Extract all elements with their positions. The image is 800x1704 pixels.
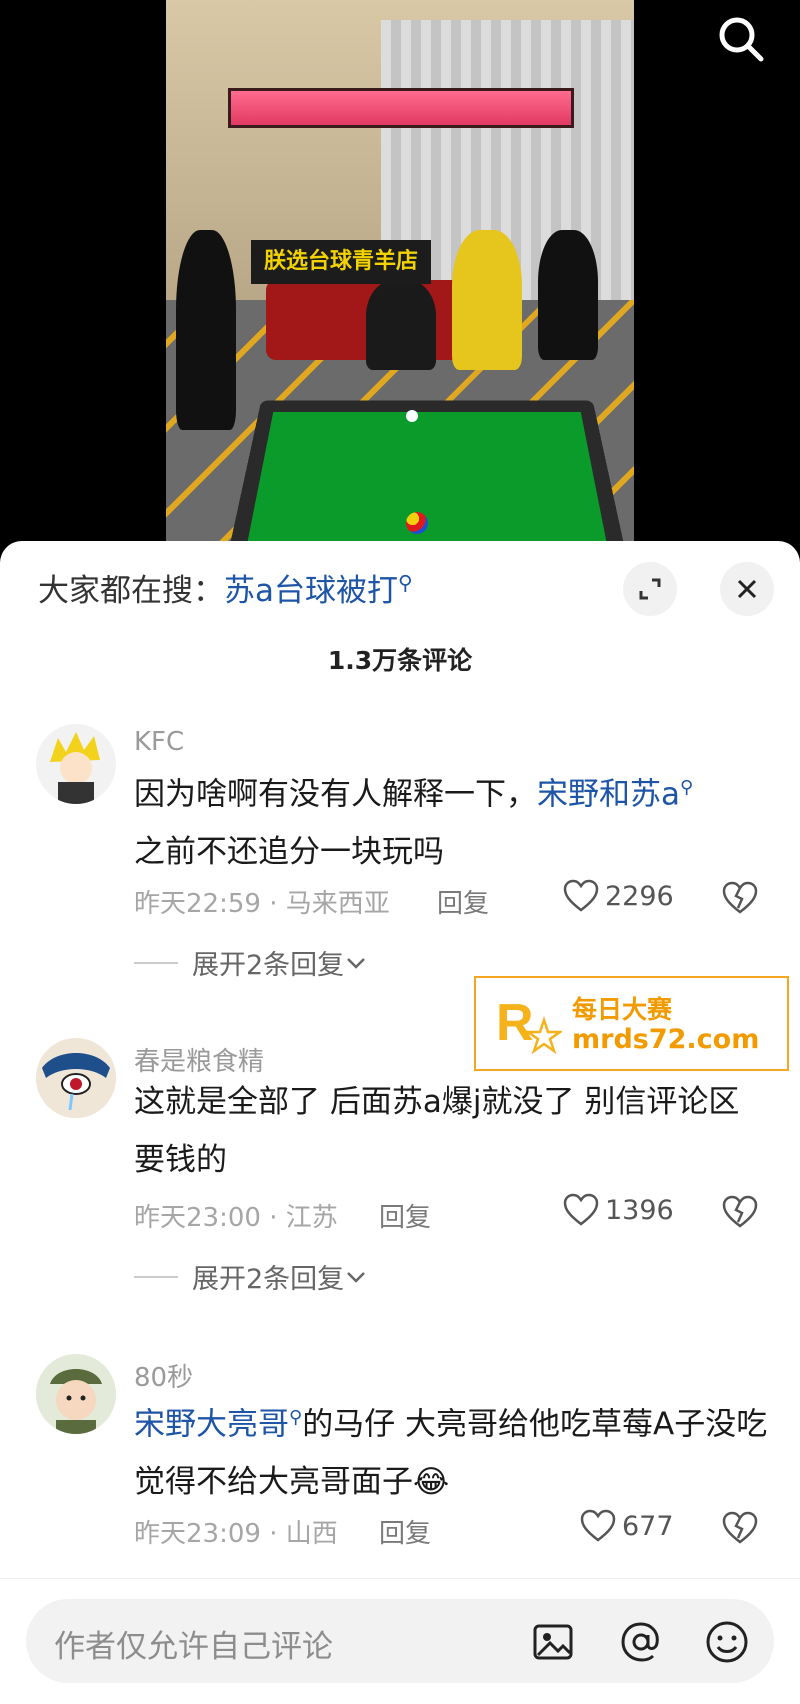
expand-replies[interactable]: 展开2条回复	[134, 1257, 368, 1296]
trending-query[interactable]: 苏a台球被打	[224, 573, 398, 609]
person-right	[538, 230, 598, 360]
comment-sheet: 大家都在搜：苏a台球被打⚲ 1.3万条评论 KFC 因为啥啊有没有人解释一下，宋…	[0, 541, 800, 1703]
comment-mention-link[interactable]: 宋野和苏a	[537, 776, 680, 812]
emoji-icon[interactable]	[704, 1619, 750, 1665]
rack-balls	[406, 512, 428, 534]
avatar-image	[36, 1354, 116, 1434]
watermark-url: mrds72.com	[572, 1024, 760, 1055]
like-button[interactable]: 2296	[563, 879, 674, 913]
at-icon[interactable]	[618, 1619, 664, 1665]
search-icon[interactable]	[716, 14, 766, 64]
watermark-logo: R	[496, 994, 562, 1055]
trending-search[interactable]: 大家都在搜：苏a台球被打⚲	[38, 565, 413, 610]
search-small-icon: ⚲	[680, 777, 694, 798]
avatar[interactable]	[36, 724, 116, 804]
comment-text-part: 之前不还追分一块玩吗	[134, 834, 444, 871]
search-small-icon: ⚲	[398, 570, 413, 595]
expand-replies-label: 展开2条回复	[192, 950, 345, 981]
comment-time-location: 昨天22:59 · 马来西亚	[134, 889, 390, 919]
expand-icon	[639, 578, 661, 600]
trending-prefix: 大家都在搜：	[38, 573, 224, 609]
dislike-icon[interactable]	[722, 1195, 758, 1229]
avatar[interactable]	[36, 1354, 116, 1434]
comment-text: 宋野大亮哥⚲的马仔 大亮哥给他吃草莓A子没吃 觉得不给大亮哥面子😂	[134, 1389, 774, 1511]
close-button[interactable]	[720, 562, 774, 616]
expand-button[interactable]	[623, 562, 677, 616]
watermark-title: 每日大赛	[572, 995, 673, 1024]
like-button[interactable]: 677	[580, 1509, 674, 1543]
video-player[interactable]: 朕选台球青羊店	[0, 0, 800, 545]
comment-time-location: 昨天23:00 · 江苏	[134, 1203, 338, 1233]
comment-time-location: 昨天23:09 · 山西	[134, 1519, 338, 1549]
expand-replies[interactable]: 展开2条回复	[134, 943, 368, 982]
chevron-down-icon	[347, 1271, 366, 1283]
comment-count: 1.3万条评论	[327, 646, 473, 675]
svg-text:R: R	[496, 994, 534, 1052]
comment-input-bar: 作者仅允许自己评论	[0, 1578, 800, 1704]
like-button[interactable]: 1396	[563, 1193, 674, 1227]
cue-ball	[406, 410, 418, 422]
expand-replies-label: 展开2条回复	[192, 1264, 345, 1295]
chevron-down-icon	[347, 957, 366, 969]
comment-mention-link[interactable]: 宋野大亮哥	[134, 1406, 289, 1442]
heart-icon	[563, 1193, 599, 1226]
heart-icon	[580, 1509, 616, 1542]
like-count: 1396	[605, 1194, 674, 1226]
dislike-icon[interactable]	[722, 1511, 758, 1545]
comment-input-placeholder: 作者仅允许自己评论	[54, 1629, 333, 1665]
comment-input[interactable]: 作者仅允许自己评论	[26, 1599, 774, 1683]
image-icon[interactable]	[530, 1619, 576, 1665]
store-label: 朕选台球青羊店	[251, 240, 431, 284]
avatar-image	[50, 732, 100, 804]
reply-button[interactable]: 回复	[379, 1197, 431, 1234]
reply-button[interactable]: 回复	[379, 1513, 431, 1550]
person-yellow	[452, 230, 522, 370]
dislike-icon[interactable]	[722, 881, 758, 915]
comment-text: 这就是全部了 后面苏a爆j就没了 别信评论区要钱的	[134, 1084, 740, 1178]
person-left	[176, 230, 236, 430]
comment-text: 因为啥啊有没有人解释一下，宋野和苏a⚲ 之前不还追分一块玩吗	[134, 759, 774, 881]
neon-sign	[228, 88, 574, 128]
search-small-icon: ⚲	[289, 1407, 303, 1428]
laugh-cry-emoji: 😂	[413, 1464, 450, 1501]
heart-icon	[563, 879, 599, 912]
comment-text-part: 因为啥啊有没有人解释一下，	[134, 776, 537, 813]
like-count: 677	[622, 1510, 674, 1542]
video-frame: 朕选台球青羊店	[166, 0, 634, 545]
like-count: 2296	[605, 880, 674, 912]
avatar[interactable]	[36, 1038, 116, 1118]
comment-user[interactable]: KFC	[134, 727, 184, 757]
watermark-badge: R 每日大赛 mrds72.com	[474, 976, 789, 1071]
reply-button[interactable]: 回复	[437, 883, 489, 920]
avatar-image	[36, 1038, 116, 1118]
person-shooter	[366, 280, 436, 370]
close-icon	[737, 579, 757, 599]
